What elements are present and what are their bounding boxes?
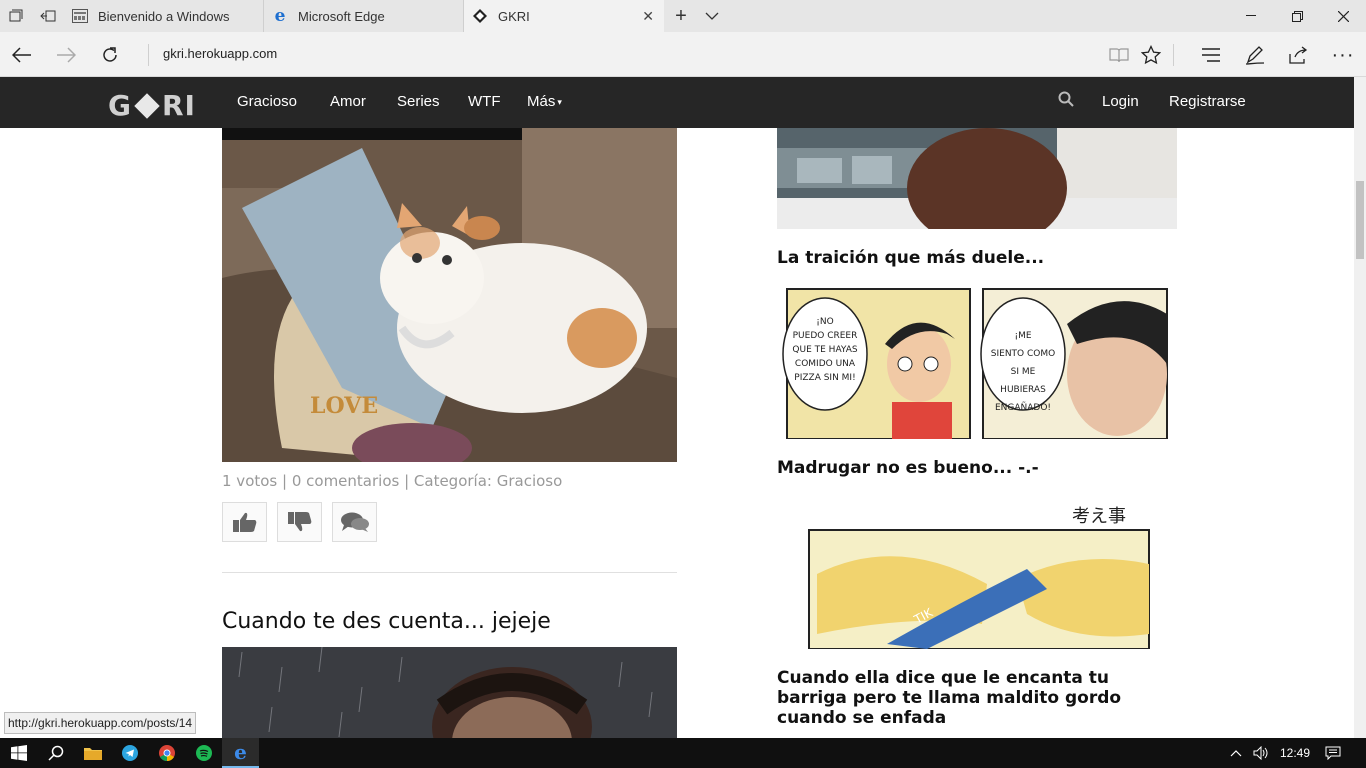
tab-label: Bienvenido a Windows	[98, 8, 230, 24]
svg-text:PIZZA SIN MI!: PIZZA SIN MI!	[794, 373, 855, 383]
minimize-icon[interactable]	[1228, 0, 1274, 32]
tab-microsoft-edge[interactable]: e Microsoft Edge	[264, 0, 464, 32]
site-navbar: G RI Gracioso Amor Series WTF Más ▾ Login…	[0, 77, 1354, 128]
tab-preview-chevron-icon[interactable]	[696, 0, 728, 32]
svg-text:考え事: 考え事	[1072, 506, 1126, 527]
status-link-preview: http://gkri.herokuapp.com/posts/14	[4, 712, 197, 734]
sidebar-image-top[interactable]	[777, 128, 1177, 229]
post-image-rain[interactable]	[222, 647, 677, 738]
refresh-icon[interactable]	[93, 38, 127, 72]
tab-overview-icon[interactable]	[0, 0, 32, 32]
url-field[interactable]: gkri.herokuapp.com	[163, 46, 277, 61]
svg-text:PUEDO CREER: PUEDO CREER	[793, 331, 858, 341]
comments-button[interactable]	[332, 502, 377, 542]
pillow-text: LOVE	[310, 393, 378, 419]
svg-text:QUE TE HAYAS: QUE TE HAYAS	[792, 345, 857, 355]
svg-text:COMIDO UNA: COMIDO UNA	[795, 359, 856, 369]
login-link[interactable]: Login	[1102, 93, 1139, 110]
hub-icon[interactable]	[1194, 38, 1228, 72]
nav-mas-dropdown[interactable]: Más ▾	[527, 93, 562, 110]
tab-label: Microsoft Edge	[298, 8, 385, 24]
action-center-icon[interactable]	[1325, 738, 1341, 768]
address-bar-row: gkri.herokuapp.com ···	[0, 32, 1366, 77]
nav-gracioso[interactable]: Gracioso	[237, 93, 297, 110]
caret-down-icon: ▾	[557, 96, 562, 107]
share-icon[interactable]	[1282, 38, 1316, 72]
nav-mas-label: Más	[527, 93, 556, 110]
svg-text:SIENTO COMO: SIENTO COMO	[991, 349, 1055, 359]
telegram-icon[interactable]	[111, 738, 148, 768]
like-button[interactable]	[222, 502, 267, 542]
favorite-star-icon[interactable]	[1134, 38, 1168, 72]
spotify-icon[interactable]	[185, 738, 222, 768]
window-icon	[72, 8, 88, 24]
windows-start-icon[interactable]	[0, 738, 37, 768]
logo-letter-g: G	[108, 89, 132, 122]
back-arrow-icon[interactable]	[5, 38, 39, 72]
sidebar-image-comic[interactable]: ¡NO PUEDO CREER QUE TE HAYAS COMIDO UNA …	[777, 284, 1177, 439]
post-image-sad-cat[interactable]: LOVE	[222, 128, 677, 462]
edge-icon: e	[234, 740, 247, 764]
close-window-icon[interactable]	[1320, 0, 1366, 32]
volume-icon[interactable]	[1253, 738, 1269, 768]
thumbs-up-icon	[232, 512, 256, 532]
browser-tab-bar: Bienvenido a Windows e Microsoft Edge GK…	[0, 0, 1366, 32]
sidebar-image-hands[interactable]: 考え事 TIK	[777, 494, 1177, 649]
register-link[interactable]: Registrarse	[1169, 93, 1246, 110]
reading-view-icon[interactable]	[1102, 38, 1136, 72]
web-note-pen-icon[interactable]	[1238, 38, 1272, 72]
set-tabs-aside-icon[interactable]	[32, 0, 64, 32]
logo-diamond-icon	[134, 92, 160, 119]
clock[interactable]: 12:49	[1280, 738, 1310, 768]
forward-arrow-icon[interactable]	[49, 38, 83, 72]
edge-icon: e	[274, 6, 286, 26]
edge-taskbar-icon[interactable]: e	[222, 738, 259, 768]
restore-icon[interactable]	[1274, 0, 1320, 32]
svg-text:¡NO: ¡NO	[816, 317, 833, 327]
windows-taskbar: e 12:49	[0, 738, 1366, 768]
sidebar-post-title[interactable]: Madrugar no es bueno... -.-	[777, 458, 1039, 478]
dislike-button[interactable]	[277, 502, 322, 542]
post-title[interactable]: Cuando te des cuenta... jejeje	[222, 609, 551, 634]
tab-bienvenido[interactable]: Bienvenido a Windows	[64, 0, 264, 32]
nav-series[interactable]: Series	[397, 93, 440, 110]
tab-gkri[interactable]: GKRI ✕	[464, 0, 664, 32]
gkri-logo[interactable]: G RI	[108, 89, 196, 122]
post-divider	[222, 572, 677, 573]
thumbs-down-icon	[287, 512, 311, 532]
scrollbar-thumb[interactable]	[1356, 181, 1364, 259]
sidebar-post-title[interactable]: Cuando ella dice que le encanta tu barri…	[777, 668, 1137, 728]
url-separator	[148, 44, 149, 66]
nav-wtf[interactable]: WTF	[468, 93, 500, 110]
more-ellipsis-icon[interactable]: ···	[1326, 38, 1360, 72]
gkri-diamond-icon	[472, 8, 488, 24]
search-icon[interactable]	[1058, 91, 1076, 109]
close-tab-icon[interactable]: ✕	[642, 8, 654, 25]
page-scrollbar[interactable]	[1354, 77, 1366, 738]
new-tab-icon[interactable]: +	[665, 0, 697, 32]
svg-text:¡ME: ¡ME	[1014, 331, 1031, 341]
file-explorer-icon[interactable]	[74, 738, 111, 768]
toolbar-separator	[1173, 44, 1174, 66]
tray-chevron-icon[interactable]	[1230, 738, 1242, 768]
svg-text:SI ME: SI ME	[1011, 367, 1036, 377]
svg-text:ENGAÑADO!: ENGAÑADO!	[995, 402, 1051, 413]
search-icon[interactable]	[37, 738, 74, 768]
svg-text:HUBIERAS: HUBIERAS	[1000, 385, 1046, 395]
comments-icon	[340, 512, 369, 532]
nav-amor[interactable]: Amor	[330, 93, 366, 110]
chrome-icon[interactable]	[148, 738, 185, 768]
post-meta: 1 votos | 0 comentarios | Categoría: Gra…	[222, 472, 563, 490]
tab-label: GKRI	[498, 8, 530, 24]
sidebar-post-title[interactable]: La traición que más duele...	[777, 248, 1044, 268]
logo-letters-ri: RI	[161, 89, 196, 122]
